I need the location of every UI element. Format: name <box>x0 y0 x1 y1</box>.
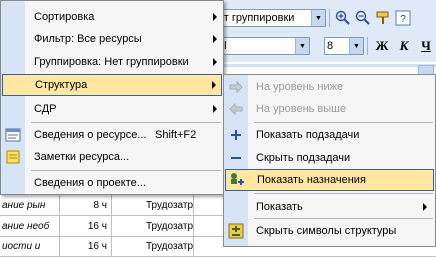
menu-item-sort[interactable]: Сортировка <box>1 6 223 28</box>
bold-button[interactable]: Ж <box>371 36 393 56</box>
submenu-item-show[interactable]: Показать <box>224 196 435 218</box>
submenu-item-outdent[interactable]: На уровень выше <box>224 98 435 120</box>
submenu-arrow-icon <box>423 203 427 211</box>
submenu-item-label: Скрыть символы структуры <box>256 225 397 237</box>
chevron-down-icon[interactable]: ▼ <box>311 10 325 26</box>
font-size-value: 8 <box>327 40 334 52</box>
show-assignments-icon <box>229 172 245 188</box>
resource-info-icon <box>5 127 21 143</box>
submenu-item-label: Показать подзадачи <box>256 129 360 141</box>
chevron-down-icon[interactable]: ▼ <box>349 38 363 54</box>
menu-item-label: Сортировка <box>34 11 95 23</box>
submenu-item-label: Показать назначения <box>257 174 366 186</box>
font-size-combo[interactable]: 8 ▼ <box>324 37 364 55</box>
outdent-arrow-icon <box>228 101 244 117</box>
menu-item-label: Сведения о проекте... <box>34 177 146 189</box>
underline-button[interactable]: Ч <box>415 36 436 56</box>
menu-item-label: Фильтр: Все ресурсы <box>34 33 142 45</box>
group-combo-value: ет группировки <box>218 12 295 24</box>
menu-separator <box>254 193 433 194</box>
menu-item-wbs[interactable]: СДР <box>1 98 223 120</box>
menu-item-outline[interactable]: Структура <box>2 74 222 96</box>
menu-separator <box>31 170 221 171</box>
group-combo[interactable]: ет группировки ▼ <box>215 9 326 27</box>
work-cell: 16 ч <box>60 216 112 236</box>
submenu-item-label: На уровень выше <box>256 103 347 115</box>
submenu-item-label: Скрыть подзадачи <box>256 152 351 164</box>
resource-notes-icon <box>5 149 21 165</box>
submenu-item-hide-subtasks[interactable]: Скрыть подзадачи <box>224 147 435 169</box>
menu-item-shortcut: Shift+F2 <box>155 129 197 141</box>
menu-item-group[interactable]: Группировка: Нет группировки <box>1 51 223 73</box>
help-icon[interactable]: ? <box>393 8 413 28</box>
task-name-cell: ание рын <box>0 195 60 215</box>
submenu-item-show-assignments[interactable]: Показать назначения <box>225 169 434 191</box>
work-cell: 8 ч <box>60 195 112 215</box>
font-combo[interactable]: al ▼ <box>215 37 310 55</box>
menu-item-resource-notes[interactable]: Заметки ресурса... <box>1 146 223 168</box>
menu-item-project-info[interactable]: Сведения о проекте... <box>1 172 223 194</box>
zoom-in-icon[interactable] <box>333 8 353 28</box>
work-cell: 16 ч <box>60 236 112 256</box>
details-cell: Трудозатр. <box>112 236 194 256</box>
zoom-out-icon[interactable] <box>353 8 373 28</box>
menu-separator <box>31 122 221 123</box>
svg-text:?: ? <box>400 14 406 25</box>
task-name-cell: иости и <box>0 236 60 256</box>
menu-item-label: Сведения о ресурсе... <box>34 129 147 141</box>
italic-button[interactable]: К <box>393 36 415 56</box>
chevron-down-icon[interactable]: ▼ <box>295 38 309 54</box>
submenu-arrow-icon <box>213 13 217 21</box>
menu-separator <box>254 122 433 123</box>
menu-item-label: Группировка: Нет группировки <box>34 56 189 68</box>
menu-separator <box>254 218 433 219</box>
menu-item-filter[interactable]: Фильтр: Все ресурсы <box>1 28 223 50</box>
task-name-cell: ание необ <box>0 216 60 236</box>
formatting-toolbar: al ▼ 8 ▼ Ж К Ч <box>215 35 436 57</box>
standard-toolbar: ет группировки ▼ ? <box>215 7 413 29</box>
outline-symbols-icon <box>228 223 244 239</box>
context-menu: Сортировка Фильтр: Все ресурсы Группиров… <box>0 0 224 195</box>
submenu-arrow-icon <box>213 105 217 113</box>
submenu-item-indent[interactable]: На уровень ниже <box>224 76 435 98</box>
details-cell: Трудозатр. <box>112 195 194 215</box>
details-cell: Трудозатр. <box>112 216 194 236</box>
submenu-item-label: Показать <box>256 201 303 213</box>
menu-item-label: Структура <box>35 79 88 91</box>
plus-icon <box>228 127 244 143</box>
submenu-item-label: На уровень ниже <box>256 81 344 93</box>
submenu-arrow-icon <box>213 58 217 66</box>
toolbar-separator <box>367 37 368 55</box>
menu-item-label: Заметки ресурса... <box>34 151 130 163</box>
submenu-arrow-icon <box>213 35 217 43</box>
menu-item-resource-info[interactable]: Сведения о ресурсе... Shift+F2 <box>1 124 223 146</box>
toolbar-separator <box>329 9 330 27</box>
submenu-arrow-icon <box>212 81 216 89</box>
outline-submenu: На уровень ниже На уровень выше Показать… <box>223 74 436 247</box>
minus-icon <box>228 150 244 166</box>
menu-item-label: СДР <box>34 103 57 115</box>
submenu-item-show-subtasks[interactable]: Показать подзадачи <box>224 124 435 146</box>
format-painter-icon[interactable] <box>373 8 393 28</box>
indent-arrow-icon <box>228 79 244 95</box>
submenu-item-hide-outline-symbols[interactable]: Скрыть символы структуры <box>224 220 435 242</box>
